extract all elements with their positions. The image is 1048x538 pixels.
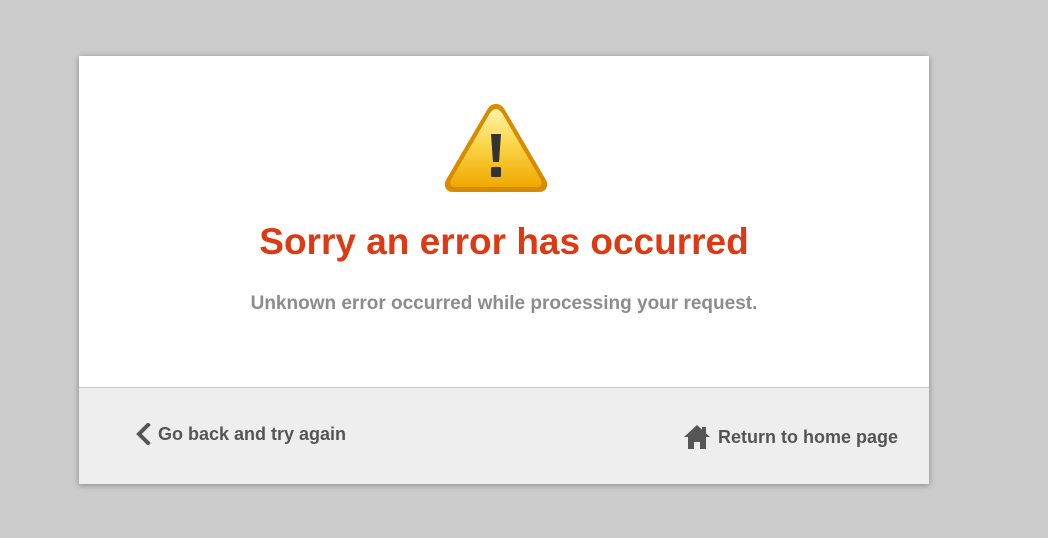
go-back-label: Go back and try again	[158, 423, 347, 444]
error-message: Unknown error occurred while processing …	[250, 293, 758, 314]
return-home-link[interactable]: Return to home page	[683, 424, 898, 450]
go-back-link[interactable]: Go back and try again	[135, 423, 346, 445]
error-dialog: Sorry an error has occurred Unknown erro…	[79, 56, 929, 484]
return-home-label: Return to home page	[717, 426, 898, 447]
dialog-body: Sorry an error has occurred Unknown erro…	[79, 56, 929, 387]
home-icon	[683, 425, 710, 449]
dialog-footer: Go back and try again Return to home pag…	[79, 387, 929, 484]
chevron-left-icon	[136, 423, 151, 445]
warning-icon	[444, 104, 548, 192]
error-title: Sorry an error has occurred	[259, 221, 749, 262]
